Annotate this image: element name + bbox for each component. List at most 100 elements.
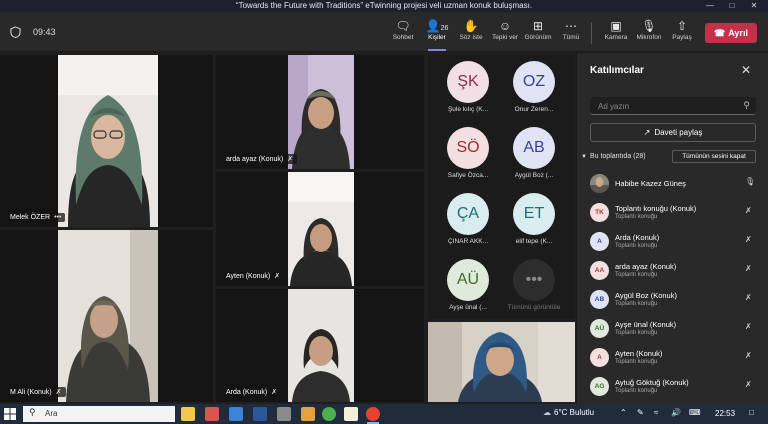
- video-tile[interactable]: M Ali (Konuk) ✗: [0, 230, 213, 402]
- video-tile[interactable]: Melek ÖZER •••: [0, 55, 213, 227]
- more-dots-icon: •••: [513, 259, 555, 301]
- video-tile[interactable]: Arda (Konuk) ✗: [216, 289, 424, 402]
- participant-avatar[interactable]: AB Aygül Boz (...: [498, 123, 570, 189]
- panel-title: Katılımcılar: [590, 65, 644, 76]
- avatar: AG: [590, 377, 609, 396]
- keyboard-icon[interactable]: ⌨: [689, 408, 701, 417]
- file-explorer-icon[interactable]: [181, 407, 195, 421]
- more-button[interactable]: ⋯ Tümü: [552, 18, 590, 48]
- maximize-icon[interactable]: □: [721, 0, 743, 12]
- in-meeting-section-header[interactable]: ▼ Bu toplantıda (28): [581, 153, 646, 160]
- meeting-timer: 09:43: [33, 27, 56, 37]
- share-invite-button[interactable]: ↗ Daveti paylaş: [590, 123, 756, 142]
- video-tile[interactable]: arda ayaz (Konuk) ✗: [216, 55, 424, 169]
- avatar: TK: [590, 203, 609, 222]
- avatar: AÜ: [590, 319, 609, 338]
- media-app-icon[interactable]: [205, 407, 219, 421]
- list-item[interactable]: A Arda (Konuk) Toplantı konuğu ✗: [577, 227, 768, 256]
- list-item[interactable]: AÜ Ayşe ünal (Konuk) Toplantı konuğu ✗: [577, 314, 768, 343]
- mic-muted-icon: ✗: [274, 273, 281, 280]
- wifi-icon[interactable]: ≈: [654, 408, 658, 417]
- participant-avatar[interactable]: SÖ Safiye Özca...: [432, 123, 504, 189]
- share-button[interactable]: ⇧ Paylaş: [663, 18, 701, 48]
- leave-button[interactable]: ☎ Ayrıl: [705, 23, 757, 43]
- more-options-icon[interactable]: •••: [54, 214, 61, 221]
- mic-muted-icon: ✗: [287, 156, 294, 163]
- participant-avatar[interactable]: AÜ Ayşe ünal (...: [432, 255, 504, 321]
- list-item[interactable]: AB Aygül Boz (Konuk) Toplantı konuğu ✗: [577, 285, 768, 314]
- windows-taskbar: ⚲ Ara ☁ 6°C Bulutlu ⌃ ✎ ≈ 🔊 ⌨ 22:53 □: [0, 404, 768, 424]
- participant-search[interactable]: ⚲: [590, 97, 756, 115]
- participant-avatar[interactable]: ŞK Şule kılıç (K...: [432, 57, 504, 123]
- share-tray-icon: ⇧: [676, 19, 688, 33]
- volume-icon[interactable]: 🔊: [671, 408, 681, 417]
- avatar: [590, 174, 609, 193]
- participant-video: [288, 289, 354, 402]
- participant-name-tag: Melek ÖZER •••: [6, 213, 66, 222]
- windows-start-icon[interactable]: [4, 408, 16, 420]
- more-dots-icon: ⋯: [565, 19, 577, 33]
- chat-icon: 🗨: [395, 19, 411, 33]
- meeting-toolbar: 09:43 🗨 Sohbet 👤26 Kişiler ✋ Söz iste ☺ …: [0, 12, 768, 52]
- toolbar-divider: [591, 22, 592, 44]
- mic-muted-icon: ✗: [745, 206, 752, 215]
- list-item[interactable]: AA arda ayaz (Konuk) Toplantı konuğu ✗: [577, 256, 768, 285]
- mail-icon[interactable]: [229, 407, 243, 421]
- notes-icon[interactable]: [344, 407, 358, 421]
- participant-name-tag: arda ayaz (Konuk) ✗: [222, 154, 298, 164]
- list-item[interactable]: Habibe Kazez Güneş 🎙: [577, 169, 768, 198]
- people-button[interactable]: 👤26 Kişiler: [418, 18, 456, 51]
- participant-video: [288, 172, 354, 286]
- pen-icon[interactable]: ✎: [637, 408, 644, 417]
- mic-muted-icon: ✗: [745, 351, 752, 360]
- close-window-icon[interactable]: ✕: [743, 0, 765, 12]
- search-icon: ⚲: [743, 100, 750, 110]
- avatar: A: [590, 232, 609, 251]
- chrome-icon[interactable]: [322, 407, 336, 421]
- weather-widget[interactable]: ☁ 6°C Bulutlu: [543, 408, 594, 417]
- notification-icon[interactable]: □: [749, 408, 754, 417]
- cloud-icon: ☁: [543, 408, 551, 417]
- close-icon[interactable]: ✕: [741, 63, 751, 77]
- participant-video: [288, 55, 354, 169]
- word-icon[interactable]: [253, 407, 267, 421]
- mic-muted-icon: ✗: [745, 380, 752, 389]
- share-icon: ↗: [643, 128, 651, 137]
- list-item[interactable]: AG Aytuğ Göktuğ (Konuk) Toplantı konuğu …: [577, 372, 768, 401]
- list-item[interactable]: TK Toplantı konuğu (Konuk) Toplantı konu…: [577, 198, 768, 227]
- avatar: A: [590, 348, 609, 367]
- self-video-preview[interactable]: [428, 322, 575, 402]
- window-title: “Towards the Future with Traditions” eTw…: [235, 1, 533, 10]
- mic-muted-icon: ✗: [271, 389, 278, 396]
- participant-video: [58, 55, 158, 227]
- view-all-button[interactable]: ••• Tümünü görüntüle: [498, 255, 570, 321]
- participant-avatar[interactable]: OZ Onur Zeren...: [498, 57, 570, 123]
- window-title-bar: “Towards the Future with Traditions” eTw…: [0, 0, 768, 12]
- hang-up-icon: ☎: [714, 28, 726, 38]
- participant-name-tag: Ayten (Konuk) ✗: [222, 271, 285, 281]
- app-icon[interactable]: [277, 407, 291, 421]
- participant-avatar[interactable]: ÇA ÇINAR AKK...: [432, 189, 504, 255]
- hand-icon: ✋: [463, 19, 479, 33]
- chat-button[interactable]: 🗨 Sohbet: [384, 18, 422, 48]
- list-item[interactable]: A Ayten (Konuk) Toplantı konuğu ✗: [577, 343, 768, 372]
- taskbar-search[interactable]: ⚲ Ara: [23, 406, 175, 422]
- video-tile[interactable]: Ayten (Konuk) ✗: [216, 172, 424, 286]
- chevron-up-icon[interactable]: ⌃: [620, 408, 627, 417]
- mute-all-button[interactable]: Tümünün sesini kapat: [672, 150, 756, 163]
- self-video: [428, 322, 575, 402]
- taskbar-clock[interactable]: 22:53: [715, 409, 735, 418]
- chrome-active-icon[interactable]: [366, 407, 380, 424]
- teams-meeting-window: “Towards the Future with Traditions” eTw…: [0, 0, 768, 424]
- participant-avatar[interactable]: ET elif tepe (K...: [498, 189, 570, 255]
- raise-hand-button[interactable]: ✋ Söz iste: [452, 18, 490, 48]
- mic-muted-icon: ✗: [745, 235, 752, 244]
- microphone-icon: 🎙: [745, 177, 756, 186]
- search-icon: ⚲: [29, 407, 36, 417]
- participant-name-tag: M Ali (Konuk) ✗: [6, 387, 66, 397]
- search-input[interactable]: [598, 100, 728, 112]
- participant-avatar-grid: ŞK Şule kılıç (K... OZ Onur Zeren... SÖ …: [428, 55, 575, 319]
- chevron-down-icon: ▼: [581, 154, 587, 160]
- minimize-icon[interactable]: —: [699, 0, 721, 12]
- folder-icon[interactable]: [301, 407, 315, 421]
